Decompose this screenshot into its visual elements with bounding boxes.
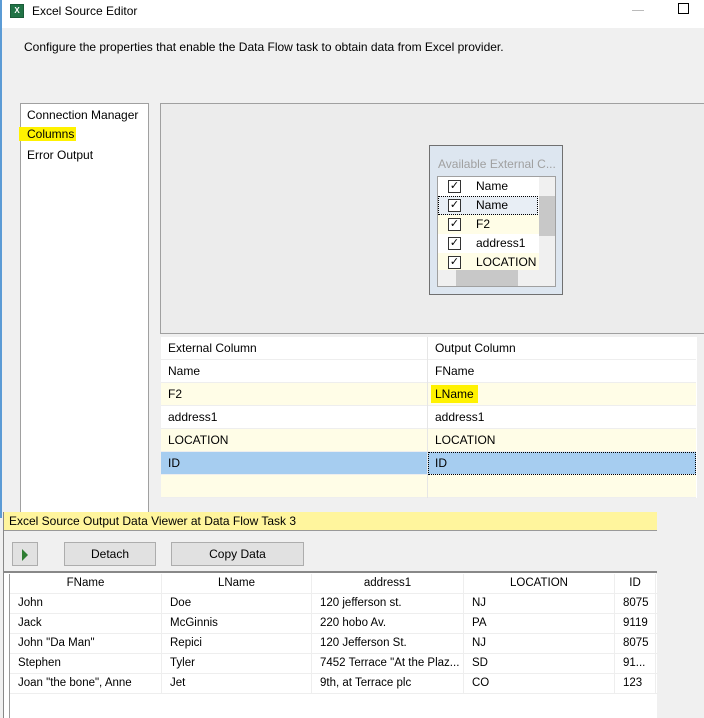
cell[interactable]: address1 [428,406,696,429]
column-header[interactable]: ID [615,574,656,594]
cell[interactable]: LName [428,383,696,406]
play-button[interactable] [12,542,38,566]
cell: McGinnis [162,614,312,634]
cell[interactable]: ID [428,452,696,475]
cell: 220 hobo Av. [312,614,464,634]
cell: NJ [464,594,615,614]
nav-error-output[interactable]: Error Output [27,148,93,162]
play-icon [22,548,28,561]
header-external-column: External Column [161,337,428,360]
column-mapping-grid: External Column Output Column Name FName F… [161,337,697,498]
table-row[interactable]: F2 LName [161,383,696,406]
window-title: Excel Source Editor [32,4,138,18]
excel-icon: X [10,4,24,18]
nav-columns[interactable]: Columns [19,127,77,141]
cell[interactable]: address1 [161,406,428,429]
data-grid: FName LName address1 LOCATION ID John Doe 120 j… [9,574,658,718]
cell: 8075 [615,634,656,654]
cell: NJ [464,634,615,654]
cell: John "Da Man" [10,634,162,654]
table-row[interactable]: address1 address1 [161,406,696,429]
cell: Jet [162,674,312,694]
column-header[interactable]: FName [10,574,162,594]
cell: Joan "the bone", Anne [10,674,162,694]
highlighted-text: LName [431,385,478,403]
cell[interactable]: LOCATION [161,429,428,452]
copy-data-button[interactable]: Copy Data [171,542,304,566]
data-viewer-title: Excel Source Output Data Viewer at Data … [4,512,657,531]
data-viewer-window: Excel Source Output Data Viewer at Data … [3,512,658,718]
available-columns-title: Available External C... [438,157,556,171]
cell[interactable]: F2 [161,383,428,406]
horizontal-scrollbar[interactable] [438,270,555,286]
cell: Doe [162,594,312,614]
list-item[interactable]: ✓ address1 [438,234,541,253]
table-row[interactable]: Stephen Tyler 7452 Terrace "At the Plaz...… [10,654,658,674]
table-row[interactable]: John Doe 120 jefferson st. NJ 8075 [10,594,658,614]
cell: 9th, at Terrace plc [312,674,464,694]
cell[interactable]: FName [428,360,696,383]
nav-connection-manager[interactable]: Connection Manager [27,108,138,122]
column-header-row[interactable]: ✓ Name [438,177,541,196]
table-row[interactable]: Name FName [161,360,696,383]
cell[interactable]: Name [161,360,428,383]
grid-header: External Column Output Column [161,337,696,360]
list-item[interactable]: ✓ Name [438,196,538,215]
cell: 120 jefferson st. [312,594,464,614]
table-row-new[interactable] [161,475,696,498]
cell: Repici [162,634,312,654]
table-row[interactable]: Jack McGinnis 220 hobo Av. PA 9119 [10,614,658,634]
nav-panel: Connection Manager Columns Error Output [19,103,149,518]
cell[interactable]: ID [161,452,428,475]
minimize-button[interactable] [632,10,644,11]
grid-header: FName LName address1 LOCATION ID [10,574,658,594]
checkbox[interactable]: ✓ [448,256,461,269]
description: Configure the properties that enable the… [24,40,504,54]
checkbox[interactable]: ✓ [448,199,461,212]
data-viewer-toolbar: Detach Copy Data [4,531,657,573]
column-header[interactable]: LName [162,574,312,594]
checkbox[interactable]: ✓ [448,218,461,231]
cell: 91... [615,654,656,674]
cell: 120 Jefferson St. [312,634,464,654]
available-columns-list: ✓ Name ✓ Name ✓ F2 ✓ address1 ✓ LOCATION [437,176,556,287]
table-row[interactable]: Joan "the bone", Anne Jet 9th, at Terrace … [10,674,658,694]
check-all-checkbox[interactable]: ✓ [448,180,461,193]
checkbox[interactable]: ✓ [448,237,461,250]
cell: 8075 [615,594,656,614]
cell: 123 [615,674,656,694]
header-output-column: Output Column [435,341,516,355]
maximize-button[interactable] [678,3,689,14]
column-header[interactable]: LOCATION [464,574,615,594]
cell: Tyler [162,654,312,674]
table-row[interactable]: LOCATION LOCATION [161,429,696,452]
cell[interactable] [428,475,696,498]
available-columns-box: Available External C... ✓ Name ✓ Name ✓ F2 … [429,145,563,295]
cell: 7452 Terrace "At the Plaz... [312,654,464,674]
cell[interactable] [161,475,428,498]
cell: 9119 [615,614,656,634]
column-header[interactable]: address1 [312,574,464,594]
list-item[interactable]: ✓ F2 [438,215,541,234]
detach-button[interactable]: Detach [64,542,156,566]
vertical-scrollbar[interactable] [539,177,555,271]
cell: PA [464,614,615,634]
cell: Jack [10,614,162,634]
window-border [0,28,2,518]
cell: Stephen [10,654,162,674]
table-row[interactable]: John "Da Man" Repici 120 Jefferson St. NJ 80… [10,634,658,654]
cell: John [10,594,162,614]
cell: SD [464,654,615,674]
title-bar: X Excel Source Editor [0,0,704,28]
cell: CO [464,674,615,694]
table-row-selected[interactable]: ID ID [161,452,696,475]
cell[interactable]: LOCATION [428,429,696,452]
